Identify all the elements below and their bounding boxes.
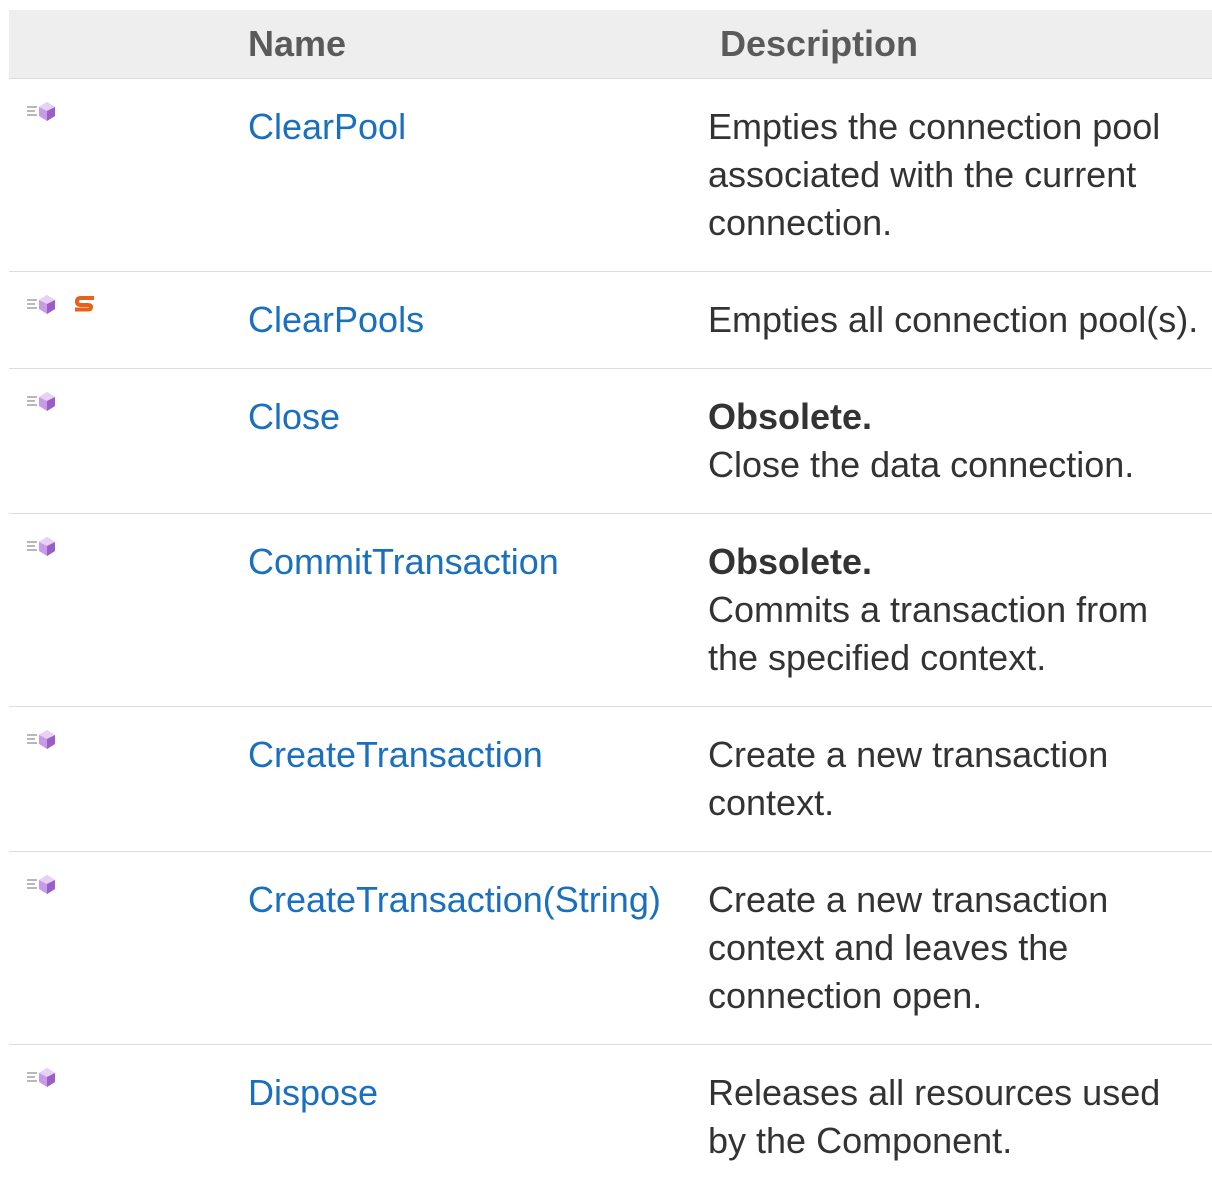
table-row: ClearPools Empties all connection pool(s… bbox=[9, 272, 1212, 369]
member-description-cell: Obsolete. Commits a transaction from the… bbox=[691, 514, 1212, 707]
member-link[interactable]: CreateTransaction(String) bbox=[248, 879, 661, 920]
member-description-cell: Empties all connection pool(s). bbox=[691, 272, 1212, 369]
member-link[interactable]: Dispose bbox=[248, 1072, 378, 1113]
member-link[interactable]: ClearPools bbox=[248, 299, 424, 340]
member-name-cell: Dispose bbox=[225, 1045, 691, 1189]
public-method-icon bbox=[26, 391, 58, 411]
table-header-row: Name Description bbox=[9, 10, 1212, 79]
table-row: Dispose Releases all resources used by t… bbox=[9, 1045, 1212, 1189]
member-name-cell: CommitTransaction bbox=[225, 514, 691, 707]
member-name-cell: CreateTransaction bbox=[225, 707, 691, 852]
public-method-icon bbox=[26, 294, 58, 314]
member-description-cell: Empties the connection pool associated w… bbox=[691, 79, 1212, 272]
member-description: Empties all connection pool(s). bbox=[708, 299, 1198, 340]
table-row: Close Obsolete. Close the data connectio… bbox=[9, 369, 1212, 514]
member-description: Empties the connection pool associated w… bbox=[708, 106, 1160, 243]
table-row: CreateTransaction Create a new transacti… bbox=[9, 707, 1212, 852]
table-row: ClearPool Empties the connection pool as… bbox=[9, 79, 1212, 272]
member-link[interactable]: ClearPool bbox=[248, 106, 406, 147]
member-name-cell: ClearPools bbox=[225, 272, 691, 369]
member-description: Commits a transaction from the specified… bbox=[708, 589, 1148, 678]
header-icons bbox=[9, 10, 225, 79]
public-method-icon bbox=[26, 874, 58, 894]
obsolete-label: Obsolete. bbox=[708, 538, 1202, 586]
obsolete-label: Obsolete. bbox=[708, 393, 1202, 441]
member-description-cell: Create a new transaction context and lea… bbox=[691, 852, 1212, 1045]
public-method-icon bbox=[26, 729, 58, 749]
member-description: Create a new transaction context. bbox=[708, 734, 1108, 823]
member-icons bbox=[9, 852, 225, 1045]
member-name-cell: Close bbox=[225, 369, 691, 514]
static-member-icon bbox=[74, 294, 96, 314]
member-description: Releases all resources used by the Compo… bbox=[708, 1072, 1160, 1161]
members-table-body: ClearPool Empties the connection pool as… bbox=[9, 79, 1212, 1189]
member-description-cell: Releases all resources used by the Compo… bbox=[691, 1045, 1212, 1189]
member-name-cell: ClearPool bbox=[225, 79, 691, 272]
header-name: Name bbox=[225, 10, 691, 79]
member-icons bbox=[9, 369, 225, 514]
member-description-cell: Create a new transaction context. bbox=[691, 707, 1212, 852]
public-method-icon bbox=[26, 101, 58, 121]
member-description-cell: Obsolete. Close the data connection. bbox=[691, 369, 1212, 514]
public-method-icon bbox=[26, 1067, 58, 1087]
member-icons bbox=[9, 272, 225, 369]
header-description: Description bbox=[691, 10, 1212, 79]
member-icons bbox=[9, 79, 225, 272]
public-method-icon bbox=[26, 536, 58, 556]
member-description: Create a new transaction context and lea… bbox=[708, 879, 1108, 1016]
member-icons bbox=[9, 707, 225, 852]
member-link[interactable]: CreateTransaction bbox=[248, 734, 543, 775]
member-name-cell: CreateTransaction(String) bbox=[225, 852, 691, 1045]
member-description: Close the data connection. bbox=[708, 444, 1134, 485]
member-icons bbox=[9, 514, 225, 707]
member-icons bbox=[9, 1045, 225, 1189]
table-row: CreateTransaction(String) Create a new t… bbox=[9, 852, 1212, 1045]
table-row: CommitTransaction Obsolete. Commits a tr… bbox=[9, 514, 1212, 707]
member-link[interactable]: Close bbox=[248, 396, 340, 437]
member-link[interactable]: CommitTransaction bbox=[248, 541, 559, 582]
members-table: Name Description ClearPool Empt bbox=[9, 10, 1212, 1189]
